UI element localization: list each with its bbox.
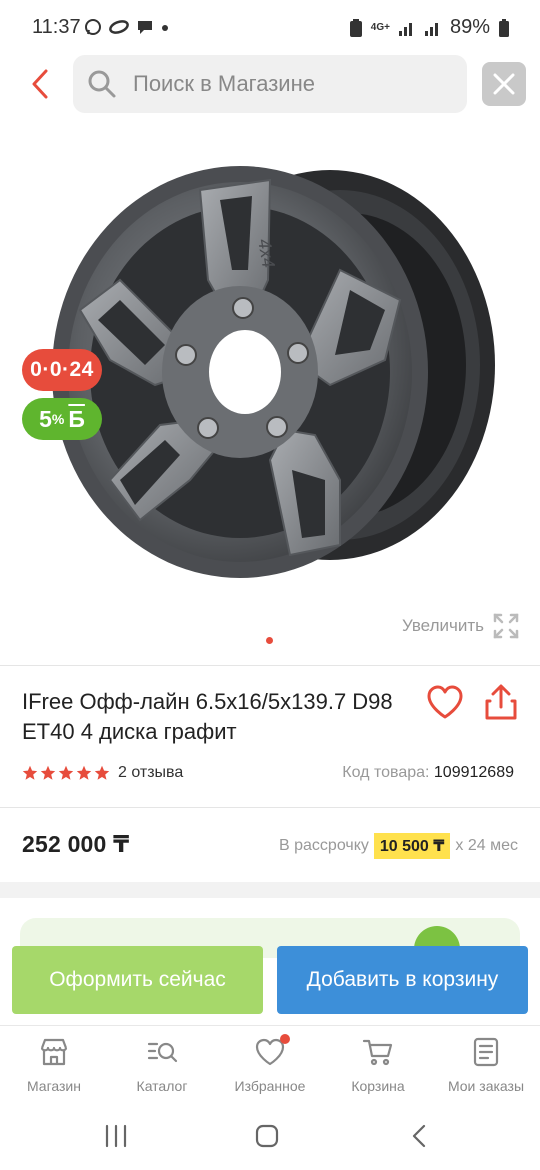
installment-info[interactable]: В рассрочку 10 500 ₸ x 24 мес [279,833,518,859]
nav-item-catalog[interactable]: Каталог [112,1036,212,1094]
divider [0,665,540,666]
installment-suffix: x 24 мес [455,837,518,854]
section-separator [0,882,540,898]
close-icon [493,73,515,95]
search-input[interactable]: Поиск в Магазине [73,55,467,113]
battery-icon [499,18,509,37]
nav-item-cart[interactable]: Корзина [328,1036,428,1094]
nav-label: Каталог [136,1078,188,1094]
nav-item-store[interactable]: Магазин [4,1036,104,1094]
bonus-badge: 5% Б [22,398,102,440]
system-nav-bar [0,1103,540,1170]
recent-apps-icon[interactable] [103,1123,129,1149]
nav-label: Избранное [234,1078,306,1094]
buy-now-button[interactable]: Оформить сейчас [12,946,263,1014]
chevron-left-icon [32,69,48,99]
installment-prefix: В рассрочку [279,837,369,854]
home-icon[interactable] [254,1123,280,1149]
share-button[interactable] [483,683,519,723]
credit-badge: 0·0·24 [22,349,102,391]
zoom-label: Увеличить [402,616,484,635]
nav-label: Мои заказы [447,1078,525,1094]
star-icon [40,765,56,780]
star-icon [76,765,92,780]
signal-icon-2 [424,22,438,36]
battery-saver-icon [349,18,362,37]
product-title: IFree Офф-лайн 6.5x16/5x139.7 D98 ET40 4… [22,689,393,744]
bonus-letter: Б [68,405,85,432]
bonus-percent: % [51,411,65,427]
product-code: Код товара: 109912689 [342,764,514,782]
star-icon [94,765,110,780]
chat-icon [138,21,152,34]
expand-icon [493,613,519,639]
close-button[interactable] [482,62,526,106]
product-image[interactable]: 4x4 [40,150,510,600]
orders-icon [473,1037,499,1067]
bottom-nav: Магазин Каталог Избранное Корзина Мои за… [0,1025,540,1103]
bonus-value: 5 [39,405,52,432]
product-code-value: 109912689 [433,764,514,781]
divider [0,807,540,808]
nav-label: Корзина [351,1078,405,1094]
link-icon [109,20,129,34]
star-icon [22,765,38,780]
network-type: 4G+ [370,22,390,33]
rating[interactable]: 2 отзыва [22,764,183,782]
zoom-button[interactable]: Увеличить [402,612,520,640]
cart-icon [362,1039,393,1066]
installment-amount: 10 500 ₸ [373,833,451,859]
gallery-page-indicator [266,637,273,644]
reviews-link[interactable]: 2 отзыва [118,764,183,782]
nav-item-orders[interactable]: Мои заказы [436,1036,536,1094]
store-icon [40,1038,68,1066]
status-right: 4G+ 89% [349,16,510,39]
star-icon [58,765,74,780]
nav-item-favorites[interactable]: Избранное [220,1034,320,1094]
back-button[interactable] [22,62,58,106]
search-placeholder: Поиск в Магазине [133,71,315,96]
battery-percent: 89% [449,16,490,38]
add-to-cart-button[interactable]: Добавить в корзину [277,946,528,1014]
heart-icon [427,685,463,719]
signal-icon [398,22,412,36]
status-bar: 11:37 4G+ 89% [0,0,540,56]
favorite-button[interactable] [425,683,465,723]
product-price: 252 000 ₸ [22,831,130,857]
search-icon [88,70,116,98]
dot-icon [162,25,168,31]
catalog-search-icon [147,1042,178,1063]
back-nav-icon[interactable] [407,1123,433,1149]
whatsapp-icon [85,19,101,35]
product-code-label: Код товара: [342,764,430,781]
status-time: 11:37 [32,16,81,38]
nav-label: Магазин [26,1078,81,1094]
notification-dot [280,1034,290,1044]
notification-icons [84,18,170,36]
share-icon [485,684,517,720]
